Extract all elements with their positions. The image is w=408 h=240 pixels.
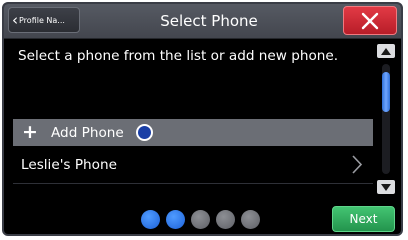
scroll-down-button[interactable]: [377, 180, 395, 194]
chevron-left-icon: ‹: [12, 10, 18, 29]
page-dot-1: [141, 210, 160, 229]
add-phone-circle-icon: [135, 124, 153, 141]
page-indicator: [141, 210, 260, 229]
triangle-up-icon: [381, 47, 391, 55]
close-icon: [361, 12, 379, 29]
scroll-up-button[interactable]: [377, 44, 395, 58]
next-button[interactable]: Next: [332, 206, 395, 232]
back-button[interactable]: ‹ Profile Na...: [8, 7, 80, 33]
plus-icon: +: [22, 121, 38, 143]
page-dot-4: [216, 210, 235, 229]
triangle-down-icon: [381, 183, 391, 191]
instruction-text: Select a phone from the list or add new …: [18, 48, 339, 64]
close-button[interactable]: [343, 6, 397, 35]
page-dot-2: [166, 210, 185, 229]
page-dot-3: [191, 210, 210, 229]
back-button-label: Profile Na...: [19, 15, 65, 25]
add-phone-label: Add Phone: [51, 124, 124, 141]
scrollbar[interactable]: [377, 44, 395, 194]
phone-list-item[interactable]: Leslie's Phone: [13, 151, 373, 178]
list-divider: [13, 183, 373, 184]
scroll-thumb[interactable]: [382, 72, 390, 112]
phone-name: Leslie's Phone: [21, 156, 117, 173]
page-title: Select Phone: [160, 12, 258, 30]
chevron-right-icon: [352, 155, 363, 174]
header-bar: ‹ Profile Na... Select Phone: [4, 4, 401, 39]
add-phone-row[interactable]: + Add Phone: [13, 119, 373, 146]
page-dot-5: [241, 210, 260, 229]
select-phone-screen: ‹ Profile Na... Select Phone Select a ph…: [2, 2, 403, 236]
